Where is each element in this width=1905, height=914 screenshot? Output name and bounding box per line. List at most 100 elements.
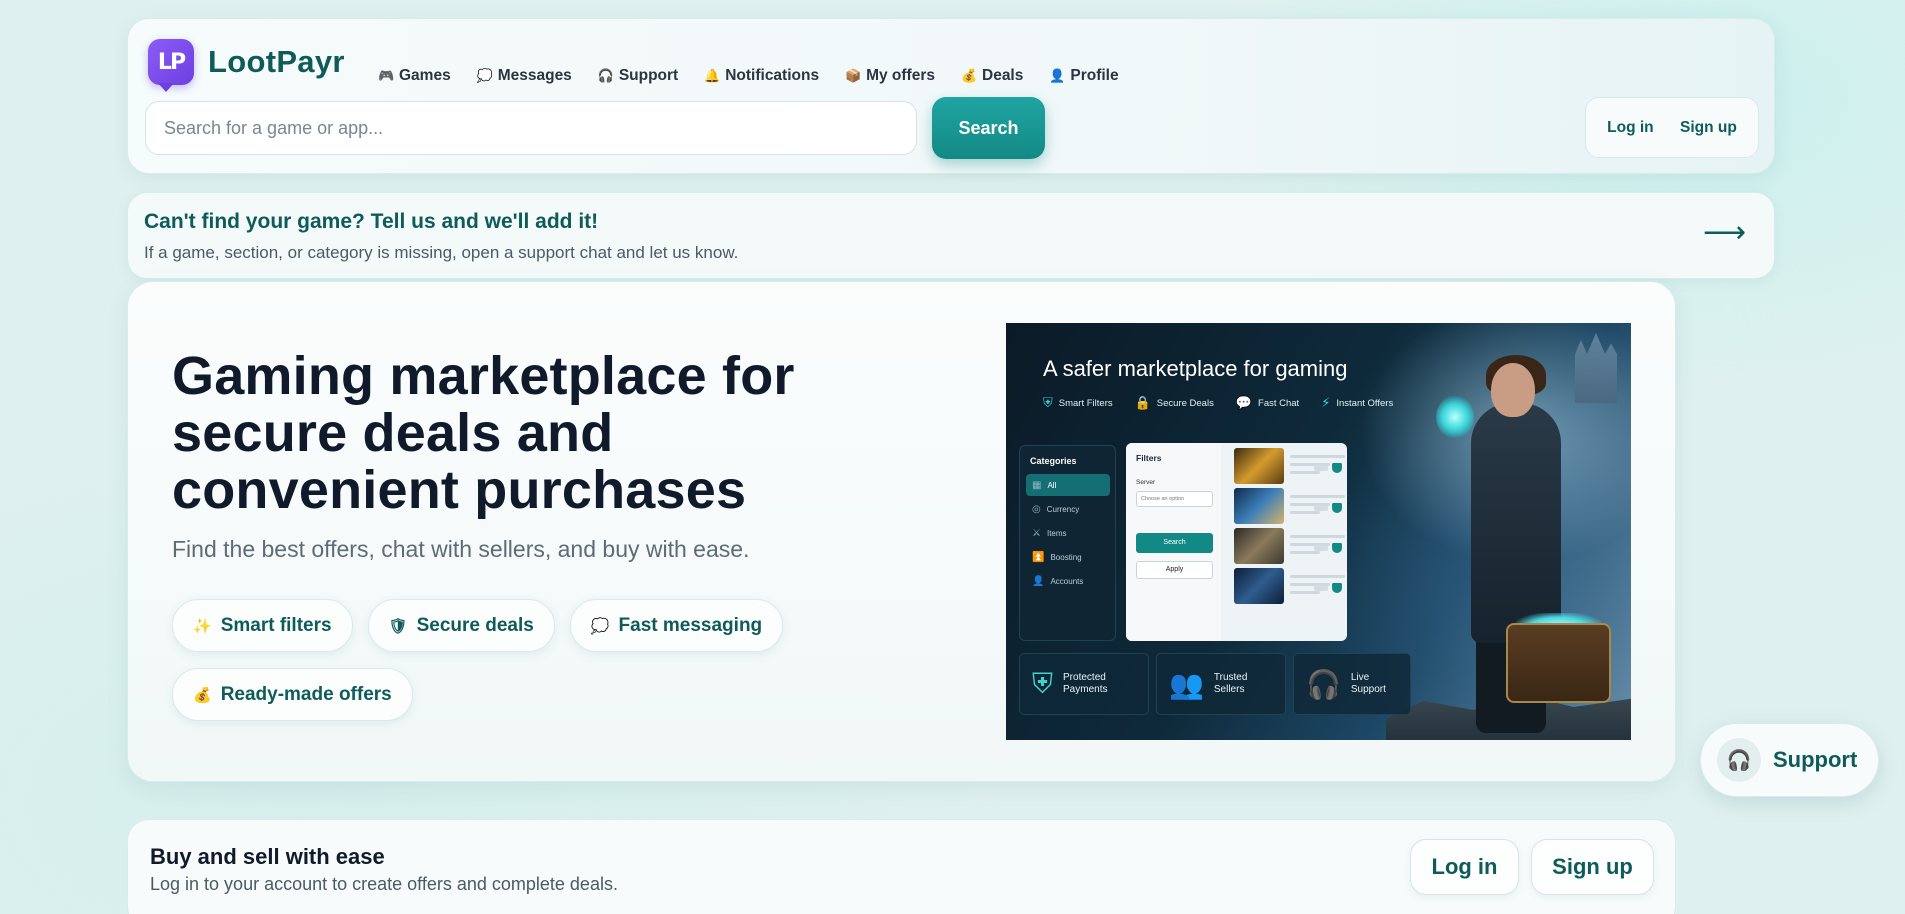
hero-illustration: A safer marketplace for gaming ⛨ Smart Fi… [1006, 323, 1631, 740]
headphones-icon: 🎧 [1717, 738, 1761, 782]
main-nav: 🎮 Games 💭 Messages 🎧 Support 🔔 Notifications… [378, 67, 1119, 85]
nav-support[interactable]: 🎧 Support [598, 67, 678, 85]
nav-label: Notifications [725, 67, 820, 84]
badge-label: Secure Deals [1156, 397, 1214, 409]
illustration-title: A safer marketplace for gaming [1043, 356, 1348, 381]
lightning-icon: ⚡ [1321, 395, 1331, 410]
feature-protected-payments: ⛨ Protected Payments [1019, 653, 1149, 715]
nav-label: My offers [866, 67, 935, 84]
filter-apply-button: Apply [1136, 561, 1213, 579]
nav-label: Messages [497, 67, 572, 84]
headphones-icon: 🎧 [597, 68, 614, 83]
search-button[interactable]: Search [932, 97, 1045, 159]
logo-mark-icon: LP [148, 39, 194, 92]
categories-panel: Categories ▦ All ◎ Currency ⚔ Items ⏫ Boosti… [1019, 445, 1116, 641]
headphones-icon: 🎧 [1306, 668, 1341, 700]
offer-lines [1290, 451, 1345, 481]
nav-profile[interactable]: 👤 Profile [1049, 67, 1118, 85]
filters-form: Filters Server Choose an option Search A… [1126, 443, 1221, 641]
feature-label-line: Live [1350, 672, 1370, 683]
chip-fast-messaging[interactable]: 💭 Fast messaging [569, 599, 784, 652]
offer-lines [1290, 491, 1345, 521]
nav-my-offers[interactable]: 📦 My offers [845, 67, 935, 85]
category-items: ⚔ Items [1026, 522, 1110, 544]
package-icon: 📦 [845, 68, 862, 83]
feature-label: Protected Payments [1063, 672, 1107, 696]
castle-illustration [1575, 333, 1617, 403]
grid-icon: ▦ [1032, 479, 1042, 491]
logo[interactable]: LP LootPayr [148, 39, 345, 92]
bell-icon: 🔔 [704, 68, 721, 83]
feature-label: Live Support [1351, 672, 1386, 696]
sword-thumb [1234, 488, 1284, 524]
sword-icon: ⚔ [1032, 527, 1041, 539]
badge-secure-deals: 🔒 Secure Deals [1135, 395, 1214, 411]
search-input[interactable] [145, 101, 917, 155]
category-boosting: ⏫ Boosting [1026, 546, 1110, 568]
signup-link[interactable]: Sign up [1680, 119, 1737, 137]
chip-label: Fast messaging [618, 614, 763, 636]
chat-bubble-icon: 💬 [1235, 395, 1253, 410]
support-floating-button[interactable]: 🎧 Support [1700, 723, 1879, 797]
arrow-right-icon[interactable]: ⟶ [1703, 215, 1746, 250]
server-select: Choose an option [1136, 491, 1213, 507]
shield-icon: ⛨ [1032, 667, 1054, 699]
shield-icon [1332, 543, 1342, 553]
banner-title: Can't find your game? Tell us and we'll … [144, 210, 599, 233]
offer-row [1234, 487, 1345, 525]
chip-secure-deals[interactable]: 🛡 Secure deals [367, 599, 555, 652]
badge-label: Fast Chat [1258, 397, 1300, 409]
chip-ready-made-offers[interactable]: 💰 Ready-made offers [172, 668, 413, 721]
character-thumb [1234, 568, 1284, 604]
chevrons-up-icon: ⏫ [1032, 551, 1045, 563]
chip-smart-filters[interactable]: ✨ Smart filters [172, 599, 353, 652]
sparkles-icon: ✨ [193, 617, 212, 635]
category-label: Accounts [1050, 576, 1084, 586]
shield-icon [1332, 503, 1342, 513]
cta-login-button[interactable]: Log in [1410, 839, 1519, 895]
armor-thumb [1234, 528, 1284, 564]
category-label: All [1047, 480, 1057, 490]
user-icon: 👤 [1049, 68, 1066, 83]
feature-label-line: Sellers [1213, 684, 1245, 695]
badge-smart-filters: ⛨ Smart Filters [1043, 395, 1113, 411]
feature-chips: ✨ Smart filters 🛡 Secure deals 💭 Fast messa… [172, 599, 832, 721]
feature-label-line: Trusted [1213, 672, 1248, 683]
categories-title: Categories [1030, 456, 1077, 466]
feature-label-line: Protected [1063, 672, 1106, 683]
money-bag-icon: 💰 [193, 686, 212, 704]
badge-label: Smart Filters [1058, 397, 1113, 409]
server-label: Server [1136, 479, 1156, 486]
feature-label-line: Payments [1063, 684, 1108, 695]
feature-label: Trusted Sellers [1214, 672, 1248, 696]
users-icon: 👥 [1169, 668, 1204, 700]
hero-section: Gaming marketplace for secure deals and … [127, 281, 1676, 782]
nav-label: Games [399, 67, 451, 84]
offer-row [1234, 567, 1345, 605]
user-icon: 👤 [1032, 575, 1045, 587]
magic-orb-illustration [1436, 395, 1474, 439]
badge-fast-chat: 💬 Fast Chat [1236, 395, 1299, 411]
warrior-illustration [1491, 363, 1535, 417]
treasure-chest-illustration [1506, 623, 1611, 703]
missing-game-banner[interactable]: Can't find your game? Tell us and we'll … [127, 192, 1775, 279]
login-link[interactable]: Log in [1607, 119, 1654, 137]
shield-icon [1332, 463, 1342, 473]
nav-label: Deals [982, 67, 1024, 84]
chip-label: Ready-made offers [220, 683, 392, 705]
cta-text: Log in to your account to create offers … [150, 874, 618, 894]
badge-instant-offers: ⚡ Instant Offers [1321, 395, 1393, 411]
nav-notifications[interactable]: 🔔 Notifications [704, 67, 819, 85]
nav-deals[interactable]: 💰 Deals [961, 67, 1023, 85]
filters-title: Filters [1136, 453, 1162, 463]
lock-icon: 🔒 [1134, 395, 1151, 410]
offer-lines [1290, 571, 1345, 601]
nav-games[interactable]: 🎮 Games [378, 67, 451, 85]
category-label: Boosting [1050, 552, 1082, 562]
category-currency: ◎ Currency [1026, 498, 1110, 520]
shield-icon: 🛡 [388, 617, 408, 635]
banner-text: If a game, section, or category is missi… [144, 243, 739, 262]
cta-signup-button[interactable]: Sign up [1531, 839, 1654, 895]
nav-messages[interactable]: 💭 Messages [477, 67, 572, 85]
chip-label: Smart filters [220, 614, 332, 636]
